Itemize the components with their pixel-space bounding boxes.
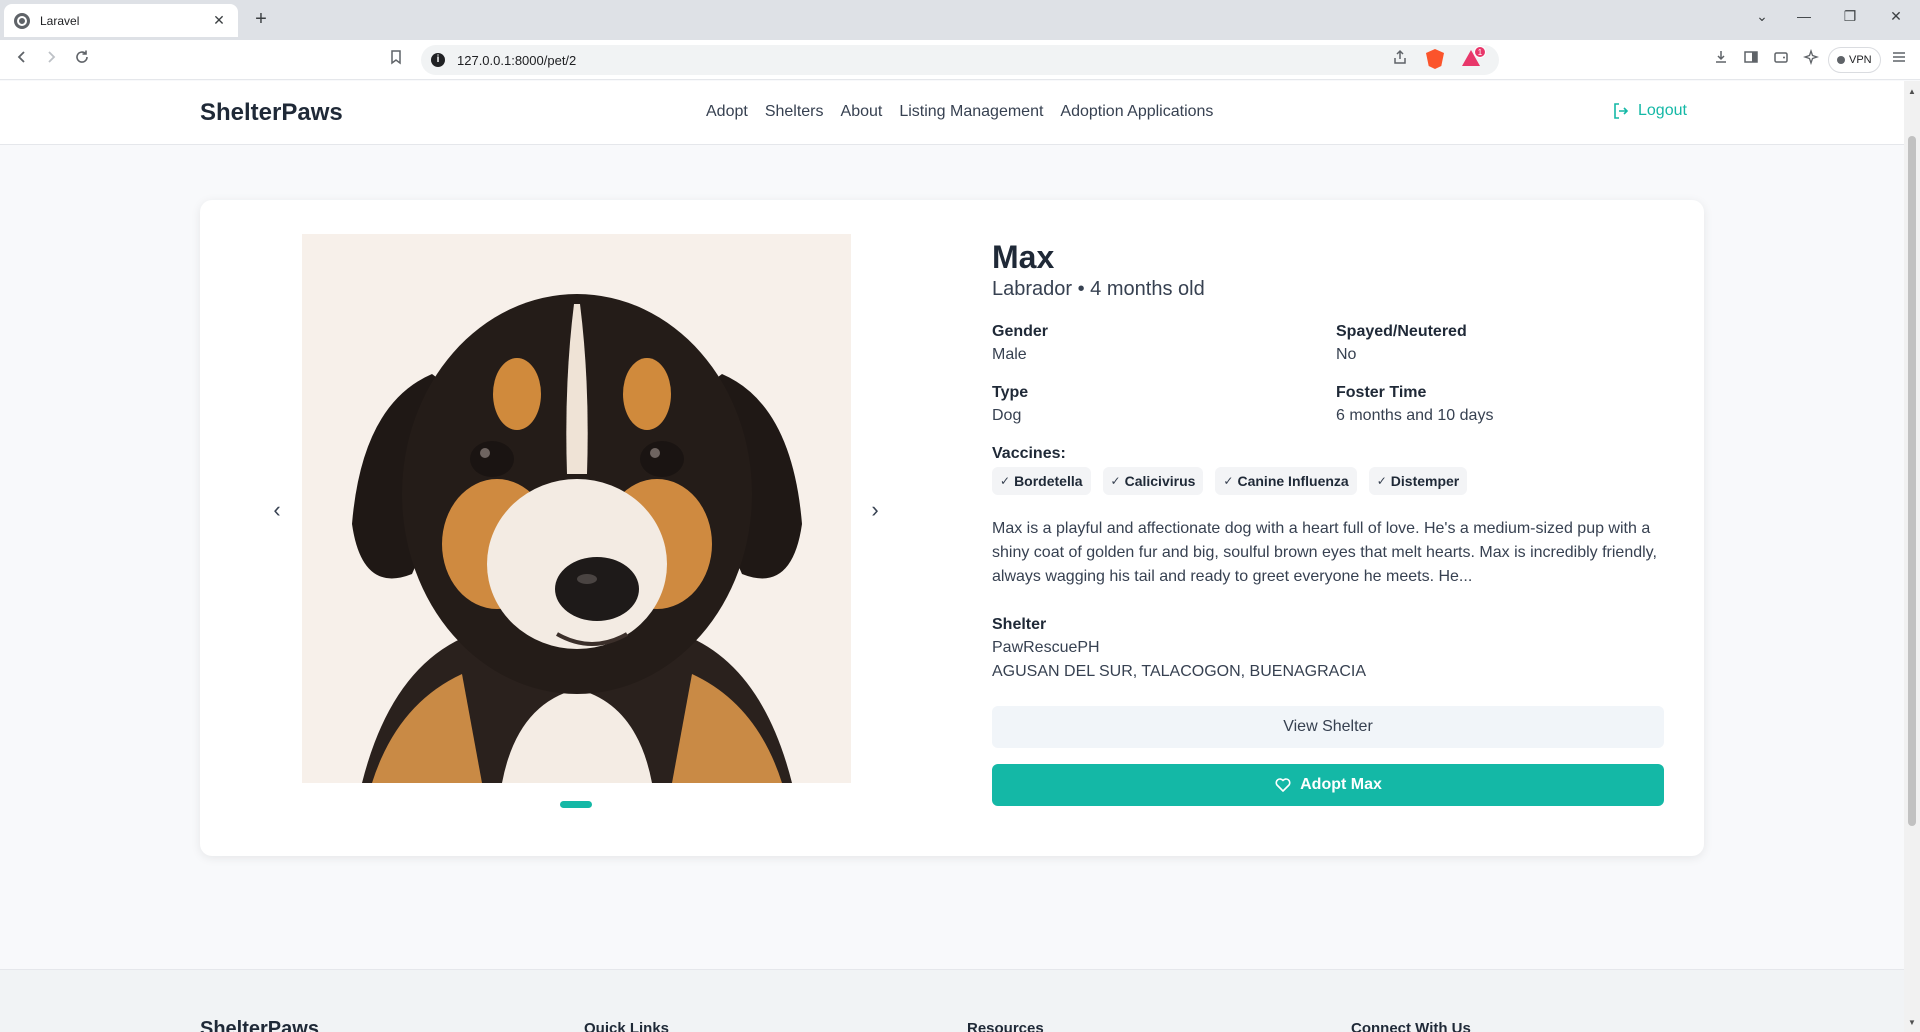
url-text[interactable]: 127.0.0.1:8000/pet/2 bbox=[457, 53, 576, 68]
vpn-button[interactable]: VPN bbox=[1828, 47, 1881, 73]
share-icon[interactable] bbox=[1389, 49, 1411, 71]
tab-search-icon[interactable]: ⌄ bbox=[1750, 8, 1774, 25]
logout-label: Logout bbox=[1638, 102, 1687, 119]
nav-adoption-applications[interactable]: Adoption Applications bbox=[1060, 103, 1213, 121]
fact-value: 6 months and 10 days bbox=[1336, 407, 1494, 424]
globe-icon bbox=[14, 12, 30, 29]
main-nav: Adopt Shelters About Listing Management … bbox=[706, 103, 1213, 121]
footer-resources: Resources bbox=[967, 1020, 1044, 1032]
check-icon: ✓ bbox=[1223, 474, 1234, 488]
footer-brand: ShelterPaws bbox=[200, 1018, 319, 1032]
logout-button[interactable]: Logout bbox=[1612, 102, 1687, 120]
scroll-up-icon[interactable]: ▲ bbox=[1908, 87, 1916, 96]
fact-value: Dog bbox=[992, 407, 1022, 424]
new-tab-button[interactable]: + bbox=[250, 8, 272, 30]
site-footer: ShelterPaws Quick Links Resources Connec… bbox=[0, 969, 1904, 1032]
vaccine-chip: ✓ Calicivirus bbox=[1102, 467, 1204, 495]
logout-icon bbox=[1614, 103, 1629, 119]
browser-tab[interactable]: Laravel ✕ bbox=[4, 4, 238, 37]
back-icon[interactable] bbox=[11, 49, 33, 71]
nav-adopt[interactable]: Adopt bbox=[706, 103, 748, 121]
heart-icon bbox=[1275, 778, 1291, 792]
fact-spayed-neutered: Spayed/Neutered No bbox=[1336, 323, 1664, 364]
vaccine-name: Bordetella bbox=[1014, 473, 1083, 489]
footer-connect: Connect With Us bbox=[1351, 1020, 1471, 1032]
address-bar[interactable]: i 127.0.0.1:8000/pet/2 bbox=[421, 45, 1499, 75]
nav-shelters[interactable]: Shelters bbox=[765, 103, 824, 121]
view-shelter-button[interactable]: View Shelter bbox=[992, 706, 1664, 748]
fact-label: Gender bbox=[992, 323, 1049, 340]
reload-icon[interactable] bbox=[71, 49, 93, 71]
pet-details: Max Labrador • 4 months old Gender Male … bbox=[992, 238, 1664, 806]
vaccine-name: Calicivirus bbox=[1124, 473, 1196, 489]
site-logo[interactable]: ShelterPaws bbox=[200, 99, 343, 127]
close-window-button[interactable]: ✕ bbox=[1884, 8, 1908, 25]
fact-foster-time: Foster Time 6 months and 10 days bbox=[1336, 384, 1664, 425]
pet-detail-card: ‹ › Max Labrador • 4 months old Gender M… bbox=[200, 200, 1704, 856]
pet-facts: Gender Male Spayed/Neutered No Type Dog … bbox=[992, 323, 1664, 425]
footer-quick-links: Quick Links bbox=[584, 1020, 670, 1032]
fact-value: Male bbox=[992, 346, 1027, 363]
carousel-next-button[interactable]: › bbox=[860, 495, 890, 525]
vaccine-name: Canine Influenza bbox=[1237, 473, 1349, 489]
rewards-badge: 1 bbox=[1474, 46, 1486, 58]
sidebar-icon[interactable] bbox=[1740, 49, 1762, 71]
carousel-prev-button[interactable]: ‹ bbox=[262, 495, 292, 525]
forward-icon[interactable] bbox=[40, 49, 62, 71]
site-info-icon[interactable]: i bbox=[431, 53, 445, 67]
browser-toolbar: i 127.0.0.1:8000/pet/2 1 VPN bbox=[0, 40, 1920, 80]
browser-tab-bar: Laravel ✕ + ⌄ — ❐ ✕ bbox=[0, 0, 1920, 40]
scroll-down-icon[interactable]: ▼ bbox=[1908, 1018, 1916, 1027]
tab-title: Laravel bbox=[40, 13, 80, 28]
nav-listing-management[interactable]: Listing Management bbox=[899, 103, 1043, 121]
vpn-status-icon bbox=[1837, 56, 1845, 64]
fact-label: Type bbox=[992, 384, 1029, 401]
wallet-icon[interactable] bbox=[1770, 49, 1792, 71]
nav-about[interactable]: About bbox=[841, 103, 883, 121]
fact-label: Spayed/Neutered bbox=[1336, 323, 1467, 340]
adopt-button[interactable]: Adopt Max bbox=[992, 764, 1664, 806]
page-scrollbar[interactable]: ▲ ▼ bbox=[1904, 81, 1920, 1032]
vaccines-label: Vaccines: bbox=[992, 445, 1066, 462]
vpn-label: VPN bbox=[1849, 54, 1872, 66]
check-icon: ✓ bbox=[1000, 474, 1011, 488]
pet-breed-age: Labrador • 4 months old bbox=[992, 278, 1205, 300]
shelter-name: PawRescuePH bbox=[992, 639, 1100, 656]
site-header: ShelterPaws Adopt Shelters About Listing… bbox=[0, 81, 1904, 145]
bookmark-icon[interactable] bbox=[385, 49, 407, 71]
fact-label: Foster Time bbox=[1336, 384, 1427, 401]
shelter-label: Shelter bbox=[992, 616, 1047, 633]
vaccine-list: ✓ Bordetella ✓ Calicivirus ✓ Canine Influen… bbox=[992, 467, 1664, 495]
vaccine-chip: ✓ Canine Influenza bbox=[1215, 467, 1357, 495]
check-icon: ✓ bbox=[1110, 474, 1121, 488]
download-icon[interactable] bbox=[1710, 49, 1732, 71]
leo-ai-icon[interactable] bbox=[1800, 48, 1822, 71]
fact-type: Type Dog bbox=[992, 384, 1336, 425]
puppy-image bbox=[302, 234, 851, 783]
fact-value: No bbox=[1336, 346, 1357, 363]
pet-name: Max bbox=[992, 239, 1055, 275]
shelter-address: AGUSAN DEL SUR, TALACOGON, BUENAGRACIA bbox=[992, 663, 1367, 680]
adopt-label: Adopt Max bbox=[1300, 776, 1382, 793]
vaccine-chip: ✓ Bordetella bbox=[992, 467, 1091, 495]
close-tab-icon[interactable]: ✕ bbox=[210, 12, 228, 29]
menu-icon[interactable] bbox=[1888, 49, 1910, 71]
pet-description: Max is a playful and affectionate dog wi… bbox=[992, 520, 1657, 585]
restore-button[interactable]: ❐ bbox=[1838, 8, 1862, 25]
check-icon: ✓ bbox=[1376, 474, 1387, 488]
vaccine-name: Distemper bbox=[1390, 473, 1460, 489]
scrollbar-thumb[interactable] bbox=[1908, 136, 1916, 826]
pet-photo bbox=[302, 234, 851, 783]
vaccine-chip: ✓ Distemper bbox=[1368, 467, 1468, 495]
fact-gender: Gender Male bbox=[992, 323, 1336, 364]
carousel-indicator[interactable] bbox=[560, 801, 592, 808]
minimize-button[interactable]: — bbox=[1792, 8, 1816, 24]
